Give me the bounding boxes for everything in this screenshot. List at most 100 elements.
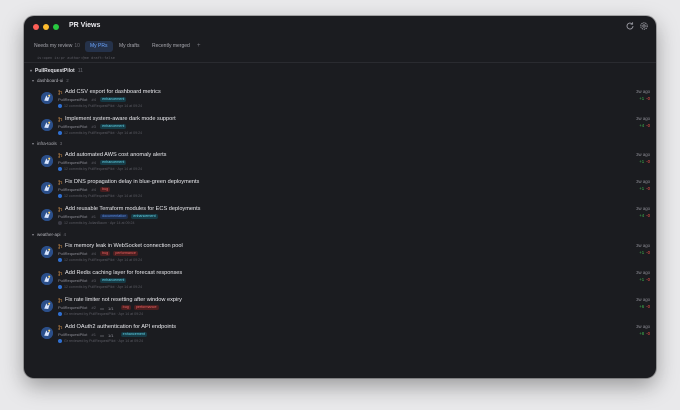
- pr-title[interactable]: Add OAuth2 authentication for API endpoi…: [65, 324, 176, 330]
- pr-title[interactable]: Add Redis caching layer for forecast res…: [65, 270, 182, 276]
- pr-row[interactable]: Fix memory leak in WebSocket connection …: [24, 242, 656, 268]
- tab-my-drafts[interactable]: My drafts: [114, 41, 145, 52]
- additions: +1: [639, 159, 645, 164]
- avatar: [41, 300, 53, 312]
- tab-recently-merged[interactable]: Recently merged: [147, 41, 195, 52]
- pr-meta: PullRequestPilot #3 enhancement: [58, 124, 129, 130]
- pr-age: 3w ago: [636, 152, 650, 157]
- pr-title[interactable]: Add reusable Terraform modules for ECS d…: [65, 206, 200, 212]
- diff-stats: +4 -0: [639, 123, 650, 128]
- label-badge: enhancement: [100, 97, 127, 103]
- label-badge: bug: [100, 251, 111, 257]
- repo-group-header[interactable]: ▾ dashboard-ui 2: [32, 78, 69, 83]
- pr-activity: 12 commits by PullRequestPilot · Apr 14 …: [58, 167, 142, 172]
- pr-number: #1: [91, 214, 96, 220]
- additions: +6: [639, 304, 645, 309]
- pull-request-icon: [58, 117, 63, 122]
- user-pr-count: 11: [77, 68, 83, 74]
- pr-row[interactable]: Fix rate limiter not resetting after win…: [24, 296, 656, 322]
- pr-row[interactable]: Implement system-aware dark mode support…: [24, 115, 656, 141]
- deletions: -0: [646, 123, 650, 128]
- comments-value: 1/1: [107, 332, 114, 338]
- tab-my-prs[interactable]: My PRs: [85, 41, 113, 52]
- deletions: -0: [646, 331, 650, 336]
- pr-title[interactable]: Fix memory leak in WebSocket connection …: [65, 243, 183, 249]
- pr-row[interactable]: Add automated AWS cost anomaly alerts Pu…: [24, 151, 656, 177]
- pr-number: #4: [91, 160, 96, 166]
- user-group-header[interactable]: ▾ PullRequestPilot 11: [30, 68, 83, 74]
- diff-stats: +6 -0: [639, 304, 650, 309]
- activity-text: 12 commits by PullRequestPilot · Apr 14 …: [64, 104, 143, 108]
- pr-row[interactable]: Add CSV export for dashboard metrics Pul…: [24, 88, 656, 114]
- label-badge: bug: [100, 187, 111, 193]
- pr-author: PullRequestPilot: [58, 160, 88, 166]
- pr-activity: 12 commits by PullRequestPilot · Apr 14 …: [58, 194, 143, 199]
- comments-count: ▭ 1/1: [100, 305, 116, 311]
- pr-author: PullRequestPilot: [58, 124, 88, 130]
- comment-icon: ▭: [100, 305, 104, 311]
- zoom-window-button[interactable]: [53, 24, 59, 30]
- pr-number: #1: [91, 332, 96, 338]
- pr-number: #4: [91, 97, 96, 103]
- pr-author: PullRequestPilot: [58, 97, 88, 103]
- repo-name: dashboard-ui: [37, 78, 64, 83]
- deletions: -0: [646, 213, 650, 218]
- pr-author: PullRequestPilot: [58, 278, 88, 284]
- add-tab-button[interactable]: +: [197, 41, 201, 52]
- pull-request-icon: [58, 244, 63, 249]
- additions: +8: [639, 331, 645, 336]
- minimize-window-button[interactable]: [43, 24, 49, 30]
- pr-row[interactable]: Add OAuth2 authentication for API endpoi…: [24, 323, 656, 349]
- pr-row[interactable]: Add reusable Terraform modules for ECS d…: [24, 205, 656, 231]
- pr-row[interactable]: Add Redis caching layer for forecast res…: [24, 269, 656, 295]
- view-tabs: Needs my review 10 My PRs My drafts Recen…: [24, 41, 656, 53]
- mini-avatar: [58, 167, 62, 172]
- pr-title[interactable]: Fix rate limiter not resetting after win…: [65, 297, 182, 303]
- pr-meta: PullRequestPilot #4 enhancement: [58, 97, 129, 103]
- search-query[interactable]: is:open is:pr author:@me draft:false: [37, 56, 115, 60]
- mini-avatar: [58, 194, 62, 199]
- pr-meta: PullRequestPilot #3 enhancement: [58, 278, 129, 284]
- pr-age: 3w ago: [636, 179, 650, 184]
- deletions: -0: [646, 277, 650, 282]
- pr-number: #2: [91, 305, 96, 311]
- avatar: [41, 246, 53, 258]
- pr-title[interactable]: Add automated AWS cost anomaly alerts: [65, 152, 166, 158]
- repo-group-header[interactable]: ▾ weather-api 4: [32, 232, 66, 237]
- pr-number: #3: [91, 124, 96, 130]
- pr-row[interactable]: Fix DNS propagation delay in blue-green …: [24, 178, 656, 204]
- refresh-icon[interactable]: [625, 21, 635, 31]
- pr-activity: Gr reviewed by PullRequestPilot · Apr 14…: [58, 339, 144, 344]
- pr-number: #4: [91, 187, 96, 193]
- pr-meta: PullRequestPilot #1 documentation enhance…: [58, 214, 161, 220]
- pr-age: 3w ago: [636, 297, 650, 302]
- deletions: -0: [646, 250, 650, 255]
- pr-activity: 12 commits by JulianBaum · Apr 14 at 09:…: [58, 221, 135, 226]
- gear-icon[interactable]: [639, 21, 649, 31]
- tab-needs-my-review[interactable]: Needs my review 10: [29, 41, 85, 52]
- additions: +1: [639, 186, 645, 191]
- pr-author: PullRequestPilot: [58, 251, 88, 257]
- pr-title[interactable]: Implement system-aware dark mode support: [65, 116, 176, 122]
- tab-label: Needs my review: [34, 43, 73, 49]
- close-window-button[interactable]: [33, 24, 39, 30]
- deletions: -0: [646, 96, 650, 101]
- avatar: [41, 182, 53, 194]
- avatar: [41, 119, 53, 131]
- activity-text: 12 commits by PullRequestPilot · Apr 14 …: [64, 194, 143, 198]
- window-title: PR Views: [69, 22, 101, 29]
- pr-author: PullRequestPilot: [58, 332, 88, 338]
- avatar: [41, 209, 53, 221]
- repo-pr-count: 2: [66, 78, 69, 83]
- comment-icon: ▭: [100, 332, 104, 338]
- repo-group-header[interactable]: ▾ infra-tools 3: [32, 141, 62, 146]
- additions: +1: [639, 277, 645, 282]
- pr-title[interactable]: Add CSV export for dashboard metrics: [65, 89, 161, 95]
- label-badge: bug: [120, 305, 131, 311]
- pr-activity: 12 commits by PullRequestPilot · Apr 14 …: [58, 285, 142, 290]
- pr-meta: PullRequestPilot #4 bug: [58, 187, 113, 193]
- pull-request-icon: [58, 325, 63, 330]
- activity-text: Gr reviewed by PullRequestPilot · Apr 14…: [64, 339, 144, 343]
- pr-title[interactable]: Fix DNS propagation delay in blue-green …: [65, 179, 199, 185]
- label-badge: enhancement: [100, 160, 127, 166]
